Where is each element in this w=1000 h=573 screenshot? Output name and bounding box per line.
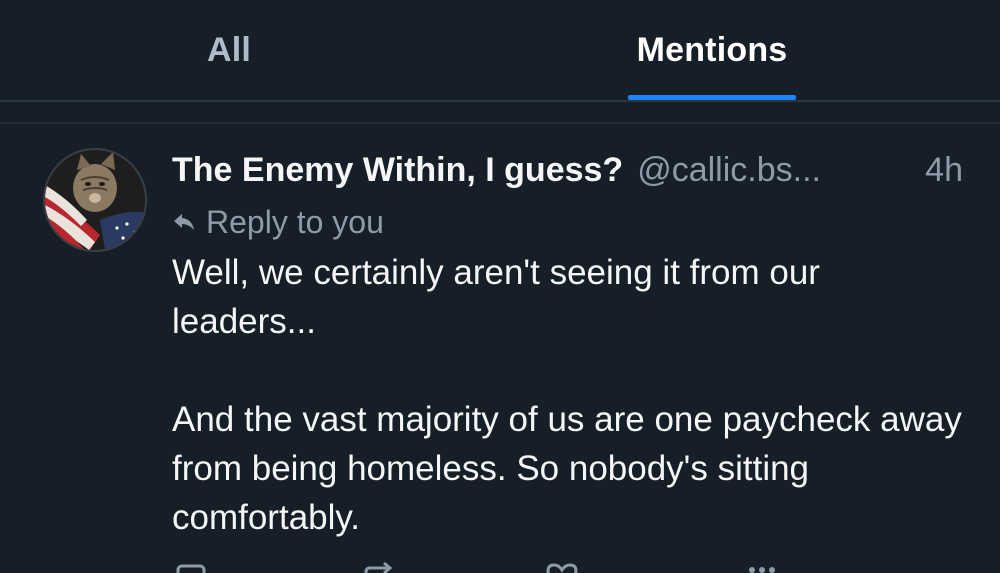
repost-icon[interactable] — [360, 562, 400, 573]
like-icon[interactable] — [542, 562, 582, 573]
tab-mentions[interactable]: Mentions — [600, 0, 824, 100]
tab-all[interactable]: All — [150, 0, 308, 100]
post-paragraph: And the vast majority of us are one payc… — [172, 400, 962, 537]
reply-context[interactable]: Reply to you — [172, 202, 384, 242]
post-body: Well, we certainly aren't seeing it from… — [172, 248, 972, 542]
avatar-image — [45, 150, 145, 250]
divider — [0, 122, 1000, 124]
post-paragraph: Well, we certainly aren't seeing it from… — [172, 253, 820, 341]
post-actions — [172, 562, 972, 573]
post-header: The Enemy Within, I guess? @callic.bs...… — [172, 148, 972, 192]
active-tab-indicator — [628, 95, 796, 100]
more-icon[interactable] — [742, 562, 782, 573]
comment-icon[interactable] — [172, 562, 212, 573]
post-time[interactable]: 4h — [925, 151, 963, 190]
reply-label: Reply to you — [206, 203, 384, 240]
author-handle[interactable]: @callic.bs... — [637, 151, 821, 190]
reply-arrow-icon — [172, 212, 196, 232]
notifications-screen: All Mentions The Enemy Within, I guess? … — [0, 0, 1000, 573]
author-name[interactable]: The Enemy Within, I guess? — [172, 151, 623, 190]
cat-with-flag-avatar[interactable] — [43, 148, 147, 252]
tab-bar: All Mentions — [0, 0, 1000, 102]
